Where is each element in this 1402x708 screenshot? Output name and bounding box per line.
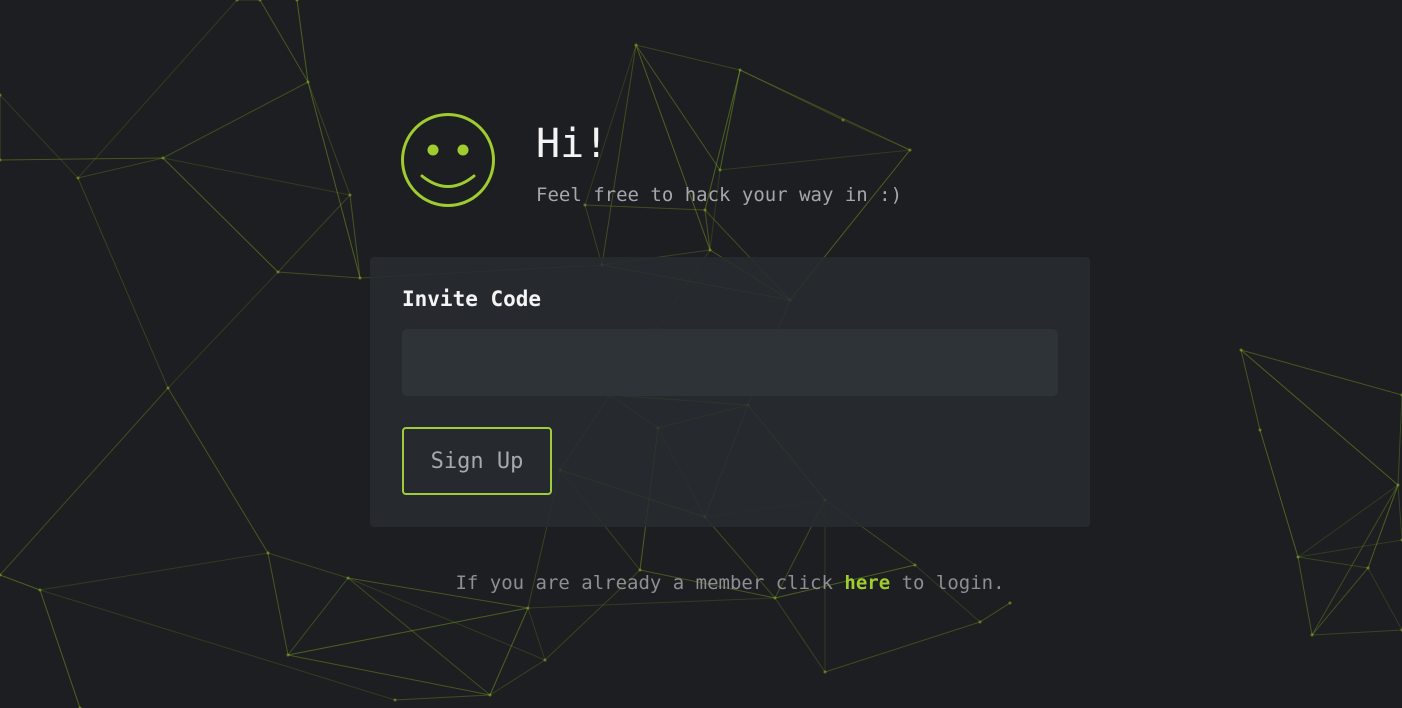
login-prompt-prefix: If you are already a member click [455, 572, 845, 594]
smiley-face-icon [401, 113, 495, 207]
signup-form-card: Invite Code Sign Up [370, 257, 1090, 527]
login-link[interactable]: here [844, 572, 890, 594]
invite-code-input[interactable] [402, 329, 1058, 396]
sign-up-button[interactable]: Sign Up [402, 427, 552, 495]
page-title: Hi! [536, 121, 609, 167]
page: Hi! Feel free to hack your way in :) Inv… [0, 0, 1402, 708]
page-subtitle: Feel free to hack your way in :) [536, 184, 903, 206]
login-prompt-suffix: to login. [890, 572, 1005, 594]
invite-code-label: Invite Code [402, 287, 542, 311]
login-prompt: If you are already a member click here t… [0, 570, 1402, 596]
